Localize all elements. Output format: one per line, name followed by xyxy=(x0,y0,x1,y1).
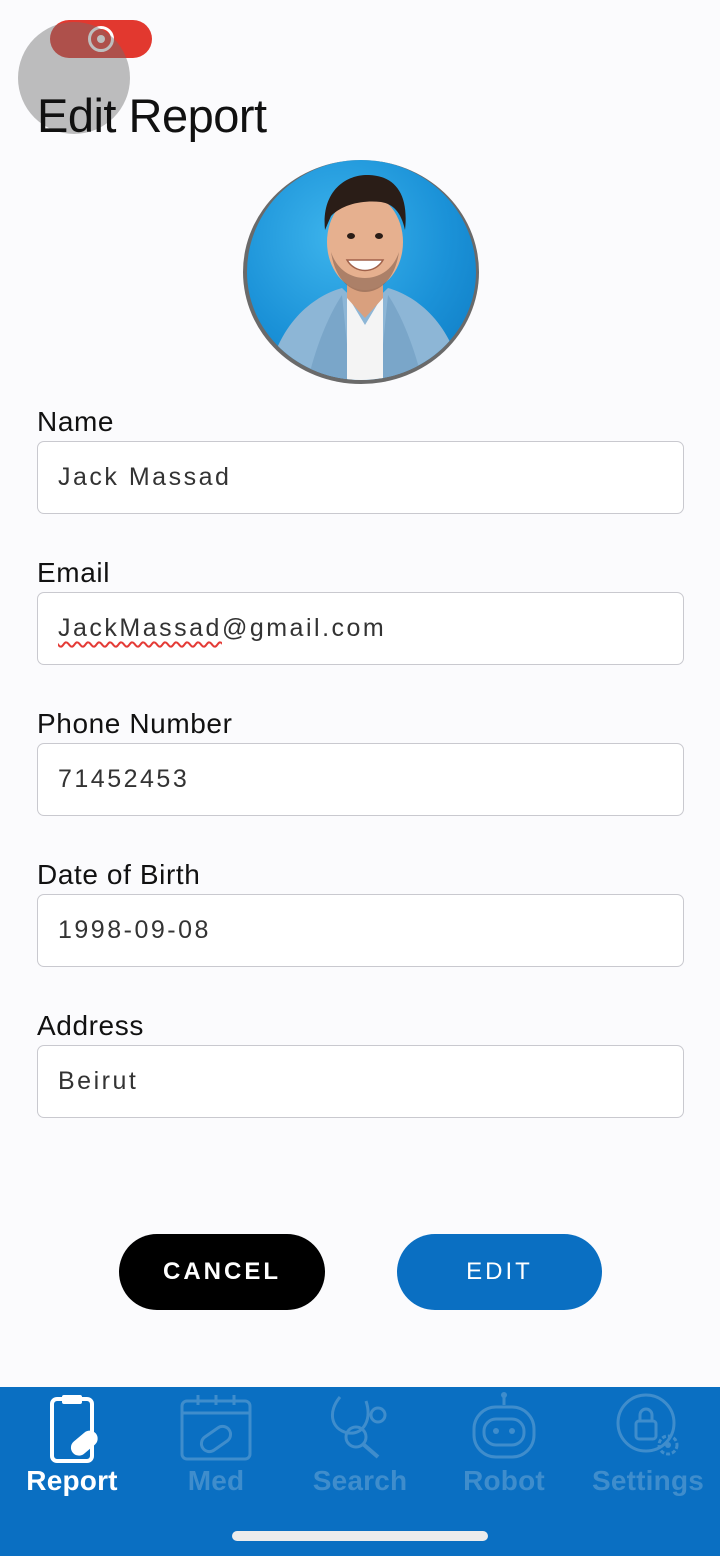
phone-number-label: Phone Number xyxy=(37,708,233,739)
edit-button[interactable]: EDIT xyxy=(397,1234,602,1310)
profile-photo-icon xyxy=(267,174,463,380)
date-of-birth-field[interactable] xyxy=(37,894,684,967)
phone-number-field[interactable] xyxy=(37,743,684,816)
email-domain-text: @gmail.com xyxy=(221,614,387,642)
home-indicator[interactable] xyxy=(232,1531,488,1541)
date-of-birth-label: Date of Birth xyxy=(37,859,201,890)
address-label: Address xyxy=(37,1010,144,1041)
tab-med[interactable]: Med xyxy=(144,1387,288,1507)
avatar[interactable] xyxy=(243,160,479,384)
stethoscope-search-icon xyxy=(331,1396,387,1459)
tab-label: Report xyxy=(26,1465,118,1496)
name-field[interactable] xyxy=(37,441,684,514)
tab-label: Search xyxy=(312,1465,408,1496)
tab-label: Med xyxy=(187,1465,245,1496)
calendar-pill-icon xyxy=(180,1395,252,1461)
page-title: Edit Report xyxy=(37,89,267,142)
lock-gear-icon xyxy=(616,1393,679,1456)
tab-label: Settings xyxy=(591,1465,705,1496)
robot-icon xyxy=(472,1392,536,1459)
tab-settings[interactable]: Settings xyxy=(576,1387,720,1507)
tab-report[interactable]: Report xyxy=(0,1387,144,1507)
email-label: Email xyxy=(37,557,111,588)
name-label: Name xyxy=(37,406,115,437)
spellcheck-underlined-text: JackMassad xyxy=(58,614,222,642)
tab-label: Robot xyxy=(463,1465,545,1496)
tab-search[interactable]: Search xyxy=(288,1387,432,1507)
address-field[interactable] xyxy=(37,1045,684,1118)
cancel-button[interactable]: CANCEL xyxy=(119,1234,325,1310)
clipboard-icon xyxy=(50,1395,98,1463)
email-field[interactable]: JackMassad@gmail.com xyxy=(37,592,684,665)
tab-robot[interactable]: Robot xyxy=(432,1387,576,1507)
